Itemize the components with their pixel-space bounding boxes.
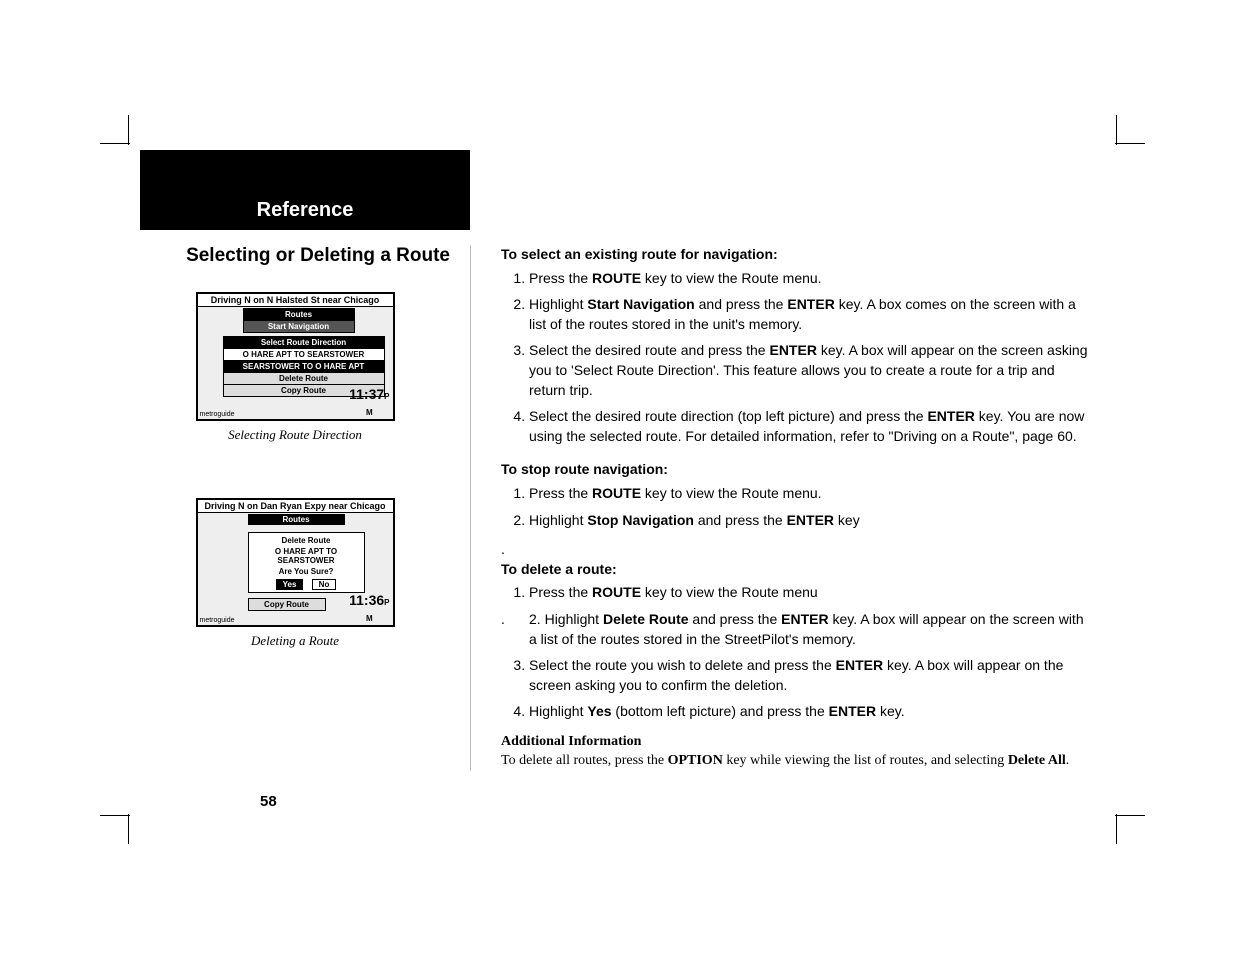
sect1-steps: Press the ROUTE key to view the Route me…: [501, 269, 1090, 447]
ss1-row1: O HARE APT TO SEARSTOWER: [224, 348, 384, 360]
ss1-menu-item: Start Navigation: [244, 320, 354, 332]
ss1-below1: Delete Route: [224, 372, 384, 384]
ss1-title: Driving N on N Halsted St near Chicago: [198, 294, 393, 307]
stray-dot: .: [501, 540, 1090, 560]
section-header: Reference: [140, 150, 470, 230]
screenshot-delete-route: Driving N on Dan Ryan Expy near Chicago …: [196, 498, 395, 627]
ss2-dialog: Delete Route O HARE APT TO SEARSTOWER Ar…: [248, 532, 365, 593]
sect2-steps: Press the ROUTE key to view the Route me…: [501, 484, 1090, 530]
page-number: 58: [260, 793, 277, 810]
ss2-time: 11:36PM: [349, 592, 389, 624]
ss2-dlg-line1: O HARE APT TO SEARSTOWER: [249, 546, 364, 566]
sect1-heading: To select an existing route for navigati…: [501, 245, 1090, 265]
ss2-title: Driving N on Dan Ryan Expy near Chicago: [198, 500, 393, 513]
ss2-yes-button: Yes: [276, 579, 304, 590]
additional-info: Additional Information To delete all rou…: [501, 732, 1090, 771]
ss2-below: Copy Route: [248, 598, 326, 611]
ss1-menu-title: Routes: [244, 309, 354, 320]
ss1-brand: metroguide: [200, 411, 235, 418]
ss1-row2: SEARSTOWER TO O HARE APT: [224, 360, 384, 372]
additional-heading: Additional Information: [501, 732, 1090, 752]
step: Press the ROUTE key to view the Route me…: [529, 269, 1090, 289]
step: Highlight Yes (bottom left picture) and …: [529, 702, 1090, 722]
page-content: Reference Selecting or Deleting a Route …: [140, 150, 1090, 804]
step: Highlight Start Navigation and press the…: [529, 295, 1090, 334]
caption-2: Deleting a Route: [140, 633, 450, 649]
ss2-no-button: No: [312, 579, 337, 590]
screenshot-select-direction: Driving N on N Halsted St near Chicago R…: [196, 292, 395, 421]
ss2-dlg-title: Delete Route: [249, 533, 364, 546]
ss2-dlg-line2: Are You Sure?: [249, 566, 364, 577]
sect3-steps: Press the ROUTE key to view the Route me…: [501, 583, 1090, 722]
step: . 2. Highlight Delete Route and press th…: [529, 610, 1090, 649]
step: Press the ROUTE key to view the Route me…: [529, 583, 1090, 603]
step: Select the desired route direction (top …: [529, 407, 1090, 446]
step: Select the route you wish to delete and …: [529, 656, 1090, 695]
additional-text: To delete all routes, press the OPTION k…: [501, 751, 1090, 771]
caption-1: Selecting Route Direction: [140, 427, 450, 443]
page-subtitle: Selecting or Deleting a Route: [140, 245, 450, 267]
ss1-dialog-title: Select Route Direction: [224, 337, 384, 348]
ss1-menu: Routes Start Navigation: [243, 308, 355, 333]
sect3-heading: To delete a route:: [501, 560, 1090, 580]
ss1-time: 11:37PM: [349, 386, 389, 418]
ss2-menu-title: Routes: [248, 514, 345, 525]
step: Press the ROUTE key to view the Route me…: [529, 484, 1090, 504]
right-column: To select an existing route for navigati…: [471, 245, 1090, 771]
sect2-heading: To stop route navigation:: [501, 460, 1090, 480]
ss2-brand: metroguide: [200, 617, 235, 624]
left-column: Selecting or Deleting a Route Driving N …: [140, 245, 471, 771]
step: Highlight Stop Navigation and press the …: [529, 511, 1090, 531]
step: Select the desired route and press the E…: [529, 341, 1090, 400]
